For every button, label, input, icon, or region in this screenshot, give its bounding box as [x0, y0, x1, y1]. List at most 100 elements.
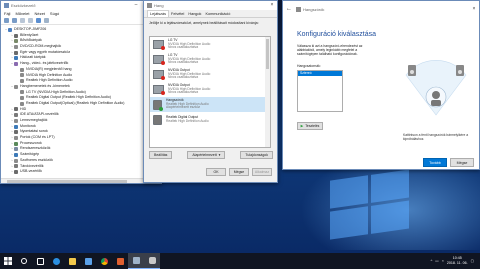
left-speaker-icon[interactable]	[408, 65, 416, 76]
device-category-icon	[14, 147, 18, 152]
ok-button[interactable]: OK	[206, 168, 226, 176]
set-default-label: Alapértelmezett	[192, 153, 217, 157]
device-category-icon	[20, 90, 24, 95]
device-status: Nincs csatlakoztatva	[168, 45, 199, 50]
device-category-icon	[14, 130, 18, 135]
close-button[interactable]: ×	[267, 1, 277, 10]
close-button[interactable]: ×	[469, 5, 479, 14]
config-option-stereo[interactable]: Sztereó	[298, 71, 342, 76]
device-driver: Realtek High Definition Audio	[166, 118, 209, 123]
tab-communications[interactable]: Kommunikáció	[203, 11, 232, 17]
speaker-test-note: Kattintson a fenti hangszórók bármelyiké…	[403, 133, 469, 141]
device-category-icon	[14, 44, 18, 49]
playback-device-item[interactable]: NVIDIA Output NVIDIA High Definition Audi…	[150, 67, 270, 82]
device-text: NVIDIA Output NVIDIA High Definition Audi…	[168, 83, 210, 95]
disconnected-badge-icon	[161, 61, 165, 65]
properties-button[interactable]: Tulajdonságok	[240, 151, 273, 159]
file-explorer-icon[interactable]	[64, 253, 80, 269]
playback-device-item[interactable]: NVIDIA Output NVIDIA High Definition Audi…	[150, 82, 270, 97]
set-default-button[interactable]: Alapértelmezett ▾	[187, 151, 226, 159]
speaker-icon	[153, 114, 162, 125]
tab-playback[interactable]: Lejátszás	[147, 10, 170, 17]
device-text: LG TV NVIDIA High Definition Audio Nincs c…	[168, 53, 210, 65]
back-arrow-icon[interactable]	[4, 18, 9, 23]
dialog-action-buttons: OK Mégse Alkalmaz	[206, 168, 272, 176]
chrome-icon[interactable]	[96, 253, 112, 269]
properties-icon[interactable]	[28, 18, 33, 23]
sound-dialog-title: Hang	[154, 3, 164, 8]
sound-dialog-titlebar[interactable]: Hang ×	[144, 1, 277, 10]
disconnected-badge-icon	[161, 46, 165, 50]
menu-view[interactable]: Nézet	[34, 11, 44, 16]
device-button-row: Beállítás Alapértelmezett ▾ Tulajdonságo…	[149, 151, 273, 159]
cancel-button[interactable]: Mégse	[229, 168, 249, 176]
test-button[interactable]: ▶ Tesztelés	[297, 122, 323, 130]
device-manager-titlebar[interactable]: Eszközkezelő – □ ×	[1, 1, 161, 10]
apply-button[interactable]: Alkalmaz	[252, 168, 272, 176]
clock[interactable]: 10:45 2018. 11. 06.	[447, 256, 468, 265]
taskbar: ^ ▭ ◖ 10:45 2018. 11. 06. ▢	[0, 253, 480, 269]
horizontal-scrollbar[interactable]	[1, 178, 161, 183]
windows-logo-icon	[4, 257, 12, 265]
help-icon[interactable]	[36, 18, 41, 23]
forward-arrow-icon[interactable]	[12, 18, 17, 23]
play-icon: ▶	[300, 124, 304, 128]
device-category-icon	[14, 113, 18, 118]
task-view-icon[interactable]	[32, 253, 48, 269]
playback-device-list: LG TV NVIDIA High Definition Audio Nincs c…	[149, 36, 271, 148]
tab-sounds[interactable]: Hangok	[186, 11, 203, 17]
menu-help[interactable]: Súgó	[50, 11, 59, 16]
volume-icon[interactable]: ◖	[442, 259, 444, 263]
playback-device-item[interactable]: Hangszórók Realtek High Definition Audio A…	[150, 97, 270, 112]
search-icon[interactable]	[16, 253, 32, 269]
next-button[interactable]: Tovább	[423, 158, 447, 167]
tab-recording[interactable]: Felvétel	[169, 11, 186, 17]
tray-chevron-icon[interactable]: ^	[431, 259, 433, 263]
menu-action[interactable]: Művelet	[15, 11, 29, 16]
device-manager-window: Eszközkezelő – □ × Fájl Művelet Nézet Sú…	[0, 0, 162, 184]
minimize-button[interactable]: –	[131, 1, 141, 10]
mail-icon[interactable]	[112, 253, 128, 269]
tree-view-icon[interactable]	[20, 18, 25, 23]
device-category-icon	[14, 135, 18, 140]
device-category-icon	[14, 164, 18, 169]
right-speaker-icon[interactable]	[456, 65, 464, 76]
speaker-setup-window: ← Hangszórók × Konfiguráció kiválasztása…	[282, 0, 480, 170]
tree-item[interactable]: › USB-vezérlők	[4, 169, 159, 175]
setup-heading: Konfiguráció kiválasztása	[297, 31, 376, 38]
speaker-setup-titlebar[interactable]: ← Hangszórók ×	[283, 1, 479, 17]
scan-hardware-icon[interactable]	[44, 18, 49, 23]
device-manager-menubar: Fájl Művelet Nézet Súgó	[1, 10, 161, 17]
device-category-icon	[14, 124, 18, 129]
monitor-icon	[153, 55, 165, 65]
device-category-icon	[14, 152, 18, 157]
configure-button[interactable]: Beállítás	[149, 151, 173, 159]
network-icon[interactable]: ▭	[435, 259, 438, 263]
device-manager-title: Eszközkezelő	[11, 3, 36, 8]
store-icon[interactable]	[80, 253, 96, 269]
playback-device-item[interactable]: LG TV NVIDIA High Definition Audio Nincs c…	[150, 52, 270, 67]
device-manager-taskbar-icon[interactable]	[128, 253, 144, 269]
device-text: Realtek Digital Output Realtek High Defin…	[166, 115, 209, 124]
start-button[interactable]	[0, 253, 16, 269]
cancel-button[interactable]: Mégse	[450, 158, 474, 167]
menu-file[interactable]: Fájl	[4, 11, 10, 16]
setup-description: Válassza ki azt a hangszóró-elrendezést …	[297, 44, 363, 57]
playback-device-item[interactable]: LG TV NVIDIA High Definition Audio Nincs c…	[150, 37, 270, 52]
checkmark-badge-icon	[159, 106, 163, 111]
device-category-icon	[14, 118, 18, 123]
notifications-icon[interactable]: ▢	[471, 259, 474, 263]
edge-browser-icon[interactable]	[48, 253, 64, 269]
system-tray: ^ ▭ ◖ 10:45 2018. 11. 06. ▢	[431, 253, 474, 269]
channel-config-list: Sztereó	[297, 70, 343, 112]
device-manager-toolbar	[1, 17, 161, 25]
speaker-diagram	[405, 60, 467, 116]
device-list-scrollbar[interactable]	[265, 37, 270, 147]
device-status: Nincs csatlakoztatva	[168, 60, 199, 65]
speaker-icon	[296, 6, 301, 12]
sound-taskbar-icon[interactable]	[144, 253, 160, 269]
dropdown-arrow-icon[interactable]: ▾	[219, 153, 221, 157]
back-arrow-icon[interactable]: ←	[286, 6, 292, 12]
device-category-icon	[14, 56, 18, 61]
playback-device-item[interactable]: Realtek Digital Output Realtek High Defin…	[150, 112, 270, 127]
